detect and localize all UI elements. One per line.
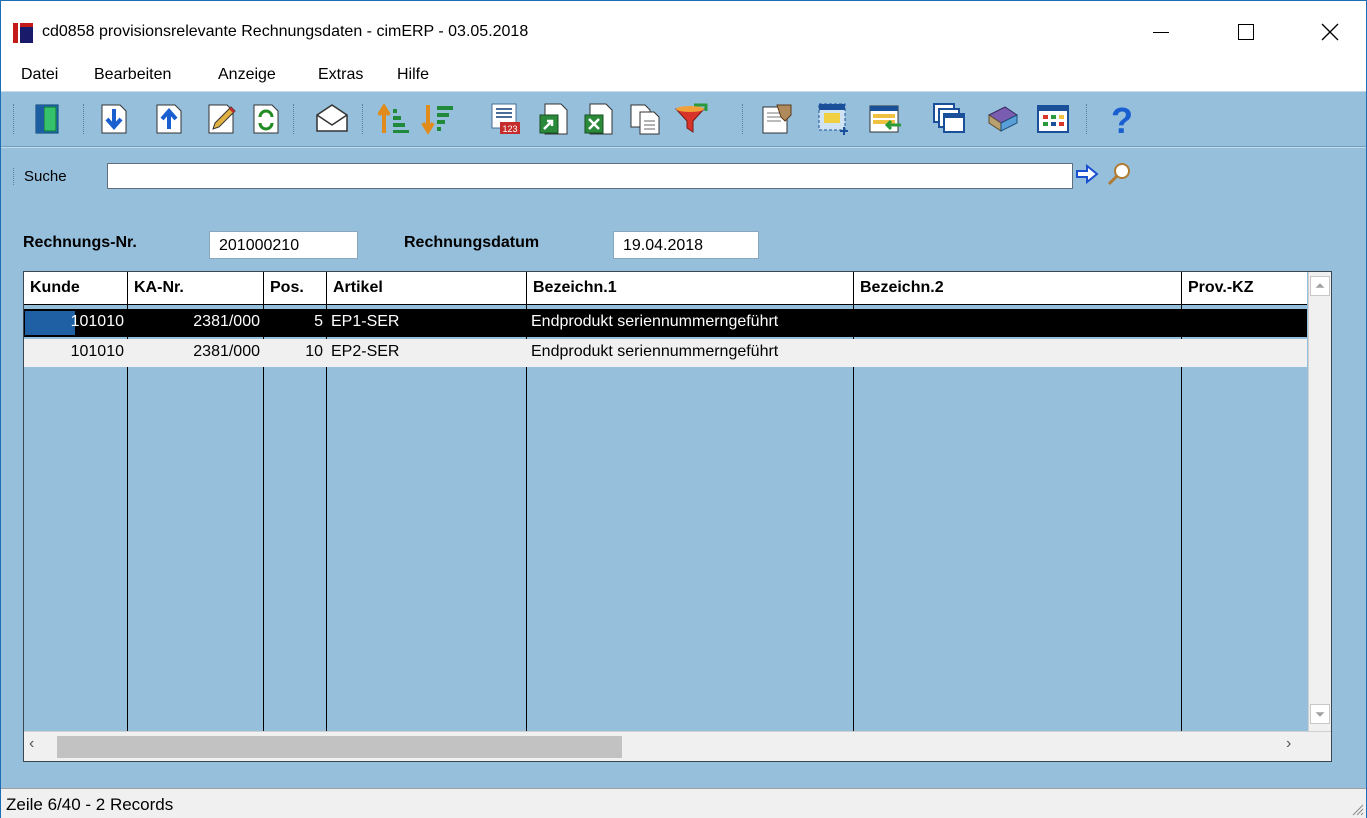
svg-text:123: 123: [502, 124, 517, 134]
cell-artikel[interactable]: EP1-SER: [327, 309, 526, 337]
title-bar: cd0858 provisionsrelevante Rechnungsdate…: [1, 1, 1366, 61]
menu-hilfe[interactable]: Hilfe: [397, 66, 429, 84]
menu-anzeige[interactable]: Anzeige: [218, 66, 276, 84]
cell-pos[interactable]: 10: [264, 339, 326, 367]
cell-ka-nr[interactable]: 2381/000: [128, 309, 263, 337]
status-bar: Zeile 6/40 - 2 Records: [1, 788, 1366, 818]
cell-bezeichn1[interactable]: Endprodukt seriennummerngeführt: [527, 339, 853, 367]
next-record-down-icon[interactable]: [96, 101, 132, 137]
minimize-button[interactable]: [1137, 9, 1183, 55]
invoice-date-field[interactable]: 19.04.2018: [613, 231, 759, 259]
cell-bezeichn1[interactable]: Endprodukt seriennummerngeführt: [527, 309, 853, 337]
vertical-scrollbar[interactable]: [1308, 272, 1331, 731]
cell-bezeichn2[interactable]: [854, 309, 1181, 337]
cell-artikel[interactable]: EP2-SER: [327, 339, 526, 367]
search-icon[interactable]: [1105, 160, 1133, 188]
maximize-icon: [1238, 24, 1254, 40]
column-header-kunde[interactable]: Kunde: [24, 272, 128, 304]
menu-bar: Datei Bearbeiten Anzeige Extras Hilfe: [1, 61, 1366, 91]
app-logo-icon: [13, 23, 33, 43]
column-header-prov-kz[interactable]: Prov.-KZ: [1182, 272, 1307, 304]
invoice-lines-table: Kunde KA-Nr. Pos. Artikel Bezeichn.1 Bez…: [23, 271, 1332, 762]
search-bar: Suche: [1, 147, 1366, 203]
menu-bearbeiten[interactable]: Bearbeiten: [94, 66, 171, 84]
invoice-number-field[interactable]: 201000210: [209, 231, 358, 259]
cascade-windows-icon[interactable]: [931, 101, 967, 137]
table-header: Kunde KA-Nr. Pos. Artikel Bezeichn.1 Bez…: [24, 272, 1307, 305]
chevron-right-icon[interactable]: ›: [1286, 735, 1291, 753]
number-format-icon[interactable]: 123: [488, 101, 524, 137]
cell-prov-kz[interactable]: [1182, 309, 1307, 337]
app-window: cd0858 provisionsrelevante Rechnungsdate…: [0, 0, 1367, 818]
window-title: cd0858 provisionsrelevante Rechnungsdate…: [42, 23, 529, 40]
cell-ka-nr[interactable]: 2381/000: [128, 339, 263, 367]
horizontal-scrollbar[interactable]: ‹ ›: [24, 731, 1331, 761]
column-header-bezeichn2[interactable]: Bezeichn.2: [854, 272, 1182, 304]
copy-documents-icon[interactable]: [627, 101, 663, 137]
close-button[interactable]: [1307, 9, 1353, 55]
scroll-up-button[interactable]: [1310, 276, 1330, 296]
previous-record-up-icon[interactable]: [151, 101, 187, 137]
excel-export-icon[interactable]: [582, 101, 618, 137]
maximize-button[interactable]: [1222, 9, 1268, 55]
column-header-ka-nr[interactable]: KA-Nr.: [128, 272, 264, 304]
transfer-list-icon[interactable]: [867, 101, 903, 137]
cell-kunde[interactable]: 101010: [24, 339, 127, 367]
column-header-pos[interactable]: Pos.: [264, 272, 327, 304]
column-header-artikel[interactable]: Artikel: [327, 272, 527, 304]
arrow-right-icon[interactable]: [1075, 163, 1099, 185]
book-icon[interactable]: [985, 101, 1021, 137]
menu-extras[interactable]: Extras: [318, 66, 363, 84]
minimize-icon: [1153, 32, 1169, 33]
close-icon: [1321, 23, 1339, 41]
invoice-number-label: Rechnungs-Nr.: [23, 234, 137, 251]
sort-ascending-icon[interactable]: [376, 101, 412, 137]
search-label: Suche: [13, 168, 67, 185]
status-text: Zeile 6/40 - 2 Records: [6, 795, 174, 814]
chevron-left-icon[interactable]: ‹: [29, 735, 34, 753]
cell-prov-kz[interactable]: [1182, 339, 1307, 367]
help-question-icon[interactable]: ?: [1104, 101, 1140, 137]
svg-text:?: ?: [1111, 101, 1133, 137]
refresh-icon[interactable]: [247, 101, 283, 137]
horizontal-scroll-thumb[interactable]: [57, 736, 622, 758]
menu-datei[interactable]: Datei: [21, 66, 58, 84]
table-row[interactable]: 101010 2381/000 10 EP2-SER Endprodukt se…: [24, 339, 1307, 367]
filter-funnel-icon[interactable]: [672, 101, 708, 137]
column-header-bezeichn1[interactable]: Bezeichn.1: [527, 272, 854, 304]
invoice-date-label: Rechnungsdatum: [404, 234, 540, 251]
export-icon[interactable]: [537, 101, 573, 137]
cell-bezeichn2[interactable]: [854, 339, 1181, 367]
grid-layout-icon[interactable]: [1035, 101, 1071, 137]
table-row[interactable]: 101010 2381/000 5 EP1-SER Endprodukt ser…: [24, 309, 1307, 337]
chevron-up-icon: [1315, 283, 1325, 288]
sort-descending-icon[interactable]: [420, 101, 456, 137]
scroll-down-button[interactable]: [1310, 704, 1330, 724]
chevron-down-icon: [1315, 712, 1325, 717]
search-input[interactable]: [107, 163, 1073, 189]
exit-door-icon[interactable]: [29, 101, 65, 137]
email-envelope-icon[interactable]: [314, 101, 350, 137]
edit-pencil-icon[interactable]: [203, 101, 239, 137]
toolbar: 123 ?: [1, 91, 1366, 147]
cell-kunde[interactable]: 101010: [24, 309, 127, 337]
new-window-icon[interactable]: [816, 101, 852, 137]
cell-pos[interactable]: 5: [264, 309, 326, 337]
resize-grip-icon[interactable]: [1348, 800, 1364, 816]
record-detail-icon[interactable]: [759, 101, 795, 137]
